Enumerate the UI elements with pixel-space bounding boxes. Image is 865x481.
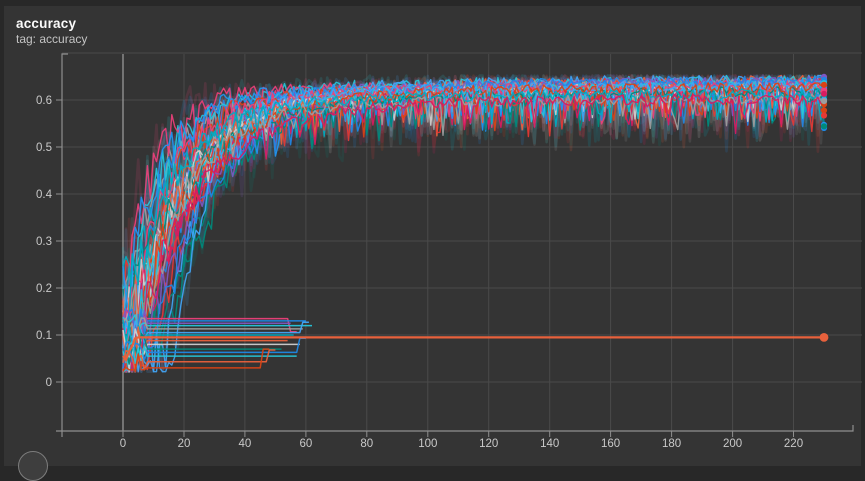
x-tick-label: 120: [479, 438, 498, 450]
y-tick-label: 0.1: [36, 330, 52, 342]
chart-title: accuracy: [16, 15, 87, 32]
run-endpoint-dot: [821, 112, 827, 118]
x-tick-label: 100: [418, 438, 437, 450]
x-tick-label: 0: [120, 438, 126, 450]
chart-header: accuracy tag: accuracy: [16, 15, 87, 47]
x-tick-label: 160: [601, 438, 620, 450]
accuracy-line-chart[interactable]: 0 0.1 0.2 0.3 0.4 0.5 0.6 0 20 40 60 80 100 120 140 160…: [0, 0, 865, 456]
x-tick-label: 60: [300, 438, 313, 450]
run-endpoint-dot: [821, 123, 827, 129]
run-endpoint-dot: [821, 91, 827, 97]
x-tick-label: 40: [239, 438, 252, 450]
x-tick-label: 220: [784, 438, 803, 450]
y-tick-label: 0: [46, 377, 52, 389]
highlight-endpoint-dot: [820, 333, 829, 342]
y-tick-label: 0.6: [36, 95, 52, 107]
x-tick-label: 140: [540, 438, 559, 450]
x-tick-label: 180: [662, 438, 681, 450]
chart-tag-subtitle: tag: accuracy: [16, 32, 87, 47]
run-endpoint-dot: [821, 98, 827, 104]
page: { "header": { "title": "accuracy", "tag"…: [0, 0, 865, 456]
x-tick-label: 80: [360, 438, 373, 450]
run-endpoint-dot: [821, 82, 827, 88]
x-tick-label: 20: [178, 438, 191, 450]
x-tick-label: 200: [723, 438, 742, 450]
y-tick-label: 0.3: [36, 236, 52, 248]
y-tick-label: 0.2: [36, 283, 52, 295]
y-tick-label: 0.5: [36, 142, 52, 154]
y-tick-label: 0.4: [36, 189, 53, 201]
